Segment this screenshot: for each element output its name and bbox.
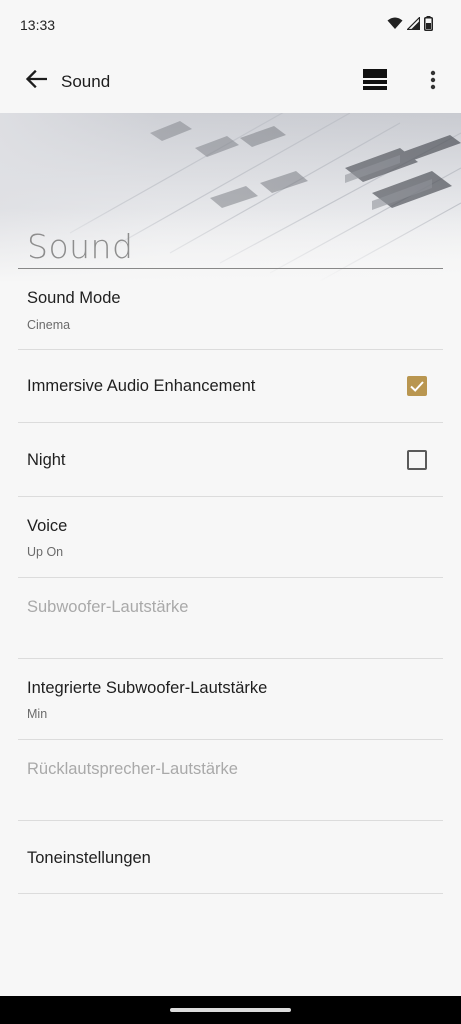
setting-title: Sound Mode xyxy=(27,289,121,307)
setting-title: Voice xyxy=(27,517,68,535)
setting-subwoofer-volume[interactable]: Subwoofer-Lautstärke xyxy=(18,578,443,659)
arrow-left-icon xyxy=(25,69,48,93)
navigation-bar xyxy=(0,996,461,1024)
header-banner: Sound xyxy=(0,113,461,283)
screen: 13:33 Sound Sound Sound Mode Cinema Imme… xyxy=(0,0,461,1024)
check-icon xyxy=(407,381,427,400)
settings-list: Sound Mode Cinema Immersive Audio Enhanc… xyxy=(0,269,461,894)
setting-voice[interactable]: Voice Up On xyxy=(18,497,443,578)
setting-title: Rücklautsprecher-Lautstärke xyxy=(27,760,238,778)
setting-tone-settings[interactable]: Toneinstellungen xyxy=(18,821,443,894)
status-bar: 13:33 xyxy=(0,0,461,50)
app-bar: Sound xyxy=(0,50,461,113)
back-button[interactable] xyxy=(18,63,54,99)
status-time: 13:33 xyxy=(20,17,56,33)
setting-value: Min xyxy=(27,707,48,721)
setting-night[interactable]: Night xyxy=(18,423,443,497)
setting-value: Up On xyxy=(27,545,64,559)
setting-title: Integrierte Subwoofer-Lautstärke xyxy=(27,679,268,697)
night-checkbox[interactable] xyxy=(407,450,427,470)
layout-button[interactable] xyxy=(360,67,390,97)
app-title: Sound xyxy=(61,72,111,91)
signal-icon xyxy=(406,16,421,35)
setting-sound-mode[interactable]: Sound Mode Cinema xyxy=(18,269,443,350)
immersive-audio-checkbox[interactable] xyxy=(407,376,427,396)
setting-title: Immersive Audio Enhancement xyxy=(27,377,256,395)
setting-integrated-subwoofer-volume[interactable]: Integrierte Subwoofer-Lautstärke Min xyxy=(18,659,443,740)
status-icons xyxy=(387,16,433,36)
setting-value: Cinema xyxy=(27,318,71,332)
layout-icon xyxy=(363,68,387,96)
battery-icon xyxy=(424,16,433,36)
banner-title: Sound xyxy=(27,227,134,266)
more-vert-icon xyxy=(430,70,436,95)
setting-immersive-audio[interactable]: Immersive Audio Enhancement xyxy=(18,350,443,423)
setting-title: Toneinstellungen xyxy=(27,849,151,867)
more-options-button[interactable] xyxy=(418,65,448,99)
setting-rear-speaker-volume[interactable]: Rücklautsprecher-Lautstärke xyxy=(18,740,443,821)
wifi-icon xyxy=(387,17,403,35)
setting-title: Night xyxy=(27,451,66,469)
setting-title: Subwoofer-Lautstärke xyxy=(27,598,189,616)
home-gesture-handle[interactable] xyxy=(170,1008,291,1012)
